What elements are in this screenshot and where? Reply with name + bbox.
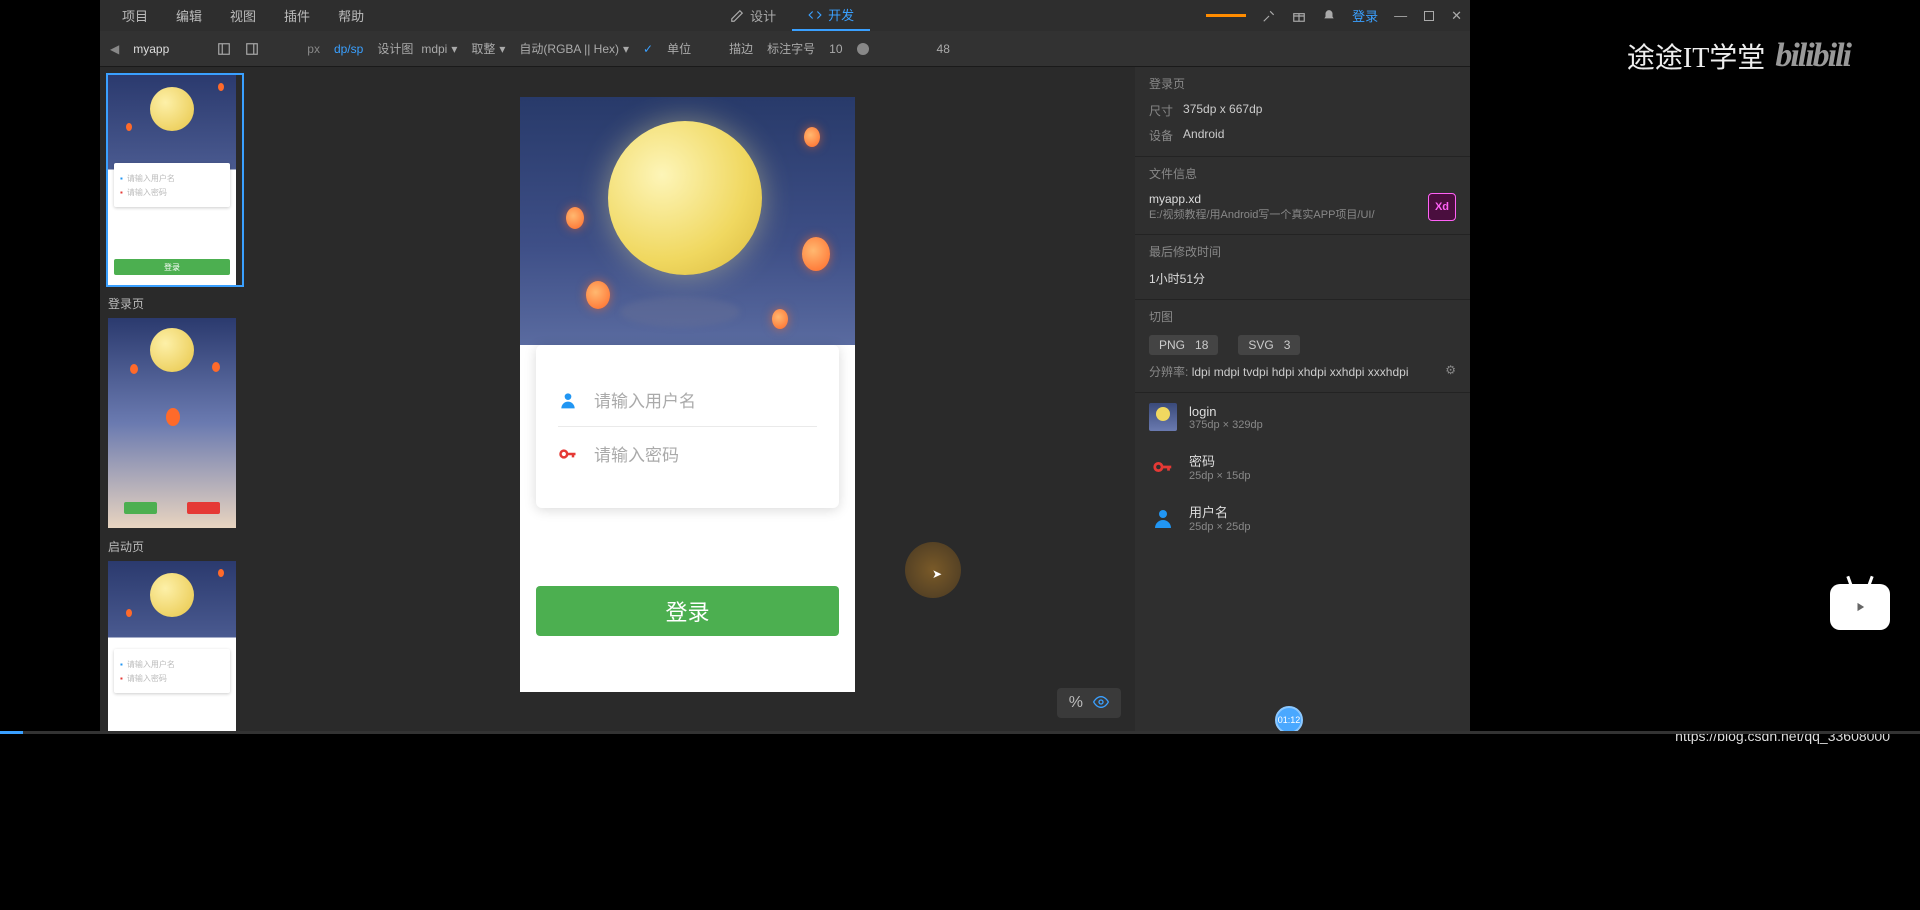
annotation-font-value: 10 xyxy=(829,42,842,56)
pencil-icon xyxy=(730,9,744,23)
bilibili-tv-icon[interactable] xyxy=(1830,584,1890,630)
xd-file-icon: Xd xyxy=(1428,193,1456,221)
user-icon xyxy=(558,390,578,410)
filepath: E:/视频教程/用Android写一个真实APP项目/UI/ xyxy=(1149,206,1375,222)
filename: myapp.xd xyxy=(1149,192,1375,206)
dropper-icon[interactable] xyxy=(1262,9,1276,23)
window-controls: 登录 — ✕ xyxy=(1262,6,1462,25)
slice-item-password[interactable]: 密码 25dp × 15dp xyxy=(1135,441,1470,492)
lantern-graphic xyxy=(586,281,610,309)
modified-value: 1小时51分 xyxy=(1149,266,1456,291)
artboard-thumb-launch[interactable] xyxy=(106,316,244,530)
file-info-header: 文件信息 xyxy=(1149,165,1456,188)
video-progress-bar[interactable] xyxy=(0,731,1920,734)
rounding-dropdown[interactable]: 取整 ▾ xyxy=(471,40,505,57)
back-button[interactable]: ◀ xyxy=(110,42,119,56)
panel-right-icon[interactable] xyxy=(245,42,259,56)
username-field[interactable]: 请输入用户名 xyxy=(558,373,817,426)
time-badge: 01:12 xyxy=(1275,706,1303,734)
png-badge[interactable]: PNG 18 xyxy=(1149,335,1218,355)
menubar: 项目 编辑 视图 插件 帮助 设计 开发 登录 — ✕ xyxy=(100,0,1470,31)
artboard-thumb-3[interactable]: ▪请输入用户名 ▪请输入密码 xyxy=(106,559,244,732)
lantern-graphic xyxy=(566,207,584,229)
zoom-value: 48 xyxy=(937,42,950,56)
resolutions-list: ldpi mdpi tvdpi hdpi xhdpi xxhdpi xxxhdp… xyxy=(1192,365,1409,379)
cloud-graphic xyxy=(620,297,740,327)
orange-indicator xyxy=(1206,14,1246,17)
chevron-down-icon: ▾ xyxy=(451,42,457,56)
app-window: 项目 编辑 视图 插件 帮助 设计 开发 登录 — ✕ ◀ myapp xyxy=(100,0,1470,732)
login-card: 请输入用户名 请输入密码 xyxy=(536,345,839,508)
device-value: Android xyxy=(1183,127,1224,144)
key-icon xyxy=(1152,456,1174,478)
code-icon xyxy=(808,8,822,22)
brand-overlay: 途途IT学堂 bilibili xyxy=(1627,36,1850,76)
artboard-label: 登录页 xyxy=(106,291,244,316)
password-field[interactable]: 请输入密码 xyxy=(558,426,817,480)
slice-item-user[interactable]: 用户名 25dp × 25dp xyxy=(1135,492,1470,543)
mode-design-tab[interactable]: 设计 xyxy=(714,0,792,31)
canvas[interactable]: 请输入用户名 请输入密码 登录 ➤ % xyxy=(250,67,1135,732)
unit-checkbox[interactable]: ✓ xyxy=(643,42,653,56)
artboard-panel: ▪请输入用户名 ▪请输入密码 登录 登录页 xyxy=(100,67,250,732)
menu-view[interactable]: 视图 xyxy=(216,6,270,25)
login-link[interactable]: 登录 xyxy=(1352,6,1378,25)
menu-project[interactable]: 项目 xyxy=(108,6,162,25)
chevron-down-icon: ▾ xyxy=(623,42,629,56)
user-icon xyxy=(1151,506,1175,530)
cursor-icon: ➤ xyxy=(932,567,942,581)
lantern-graphic xyxy=(804,127,820,147)
unit-px[interactable]: px xyxy=(307,42,320,56)
canvas-tools: % xyxy=(1057,688,1121,718)
project-name: myapp xyxy=(133,42,169,56)
login-button[interactable]: 登录 xyxy=(536,586,839,636)
menu-help[interactable]: 帮助 xyxy=(324,6,378,25)
menu-edit[interactable]: 编辑 xyxy=(162,6,216,25)
annotation-font-label: 标注字号 xyxy=(767,40,815,57)
minimize-icon[interactable]: — xyxy=(1394,8,1407,23)
artboard-label: 启动页 xyxy=(106,534,244,559)
lantern-graphic xyxy=(772,309,788,329)
unit-dpsp[interactable]: dp/sp xyxy=(334,42,363,56)
modified-header: 最后修改时间 xyxy=(1149,243,1456,266)
inspector-panel: 登录页 尺寸 375dp x 667dp 设备 Android 文件信息 mya… xyxy=(1135,67,1470,732)
username-placeholder: 请输入用户名 xyxy=(594,387,696,412)
gift-icon[interactable] xyxy=(1292,9,1306,23)
toolbar: ◀ myapp px dp/sp 设计图 mdpi ▾ 取整 ▾ 自动(RGBA… xyxy=(100,31,1470,67)
chevron-down-icon: ▾ xyxy=(499,42,505,56)
menu-plugin[interactable]: 插件 xyxy=(270,6,324,25)
color-format-dropdown[interactable]: 自动(RGBA || Hex) ▾ xyxy=(519,40,629,57)
density-dropdown[interactable]: 设计图 mdpi ▾ xyxy=(377,40,457,57)
slice-item-login[interactable]: login 375dp × 329dp xyxy=(1135,393,1470,441)
size-value: 375dp x 667dp xyxy=(1183,102,1262,119)
hero-image xyxy=(520,97,855,345)
panel-icon[interactable] xyxy=(217,42,231,56)
artboard-thumb-login[interactable]: ▪请输入用户名 ▪请输入密码 登录 xyxy=(106,73,244,287)
password-placeholder: 请输入密码 xyxy=(594,441,679,466)
artboard-name-header: 登录页 xyxy=(1149,75,1456,98)
annotation-label: 描边 xyxy=(729,40,753,57)
key-icon xyxy=(558,444,578,464)
slices-header: 切图 xyxy=(1149,308,1456,331)
percent-tool[interactable]: % xyxy=(1069,694,1083,712)
bilibili-logo: bilibili xyxy=(1775,37,1850,75)
svg-badge[interactable]: SVG 3 xyxy=(1238,335,1300,355)
bell-icon[interactable] xyxy=(1322,9,1336,23)
lantern-graphic xyxy=(802,237,830,271)
eye-icon[interactable] xyxy=(1093,694,1109,710)
zoom-slider[interactable] xyxy=(857,43,869,55)
maximize-icon[interactable] xyxy=(1423,10,1435,22)
gear-icon[interactable]: ⚙ xyxy=(1445,363,1456,380)
moon-graphic xyxy=(608,121,762,275)
close-icon[interactable]: ✕ xyxy=(1451,8,1462,24)
artboard-login[interactable]: 请输入用户名 请输入密码 登录 xyxy=(520,97,855,692)
mode-develop-tab[interactable]: 开发 xyxy=(792,0,870,31)
